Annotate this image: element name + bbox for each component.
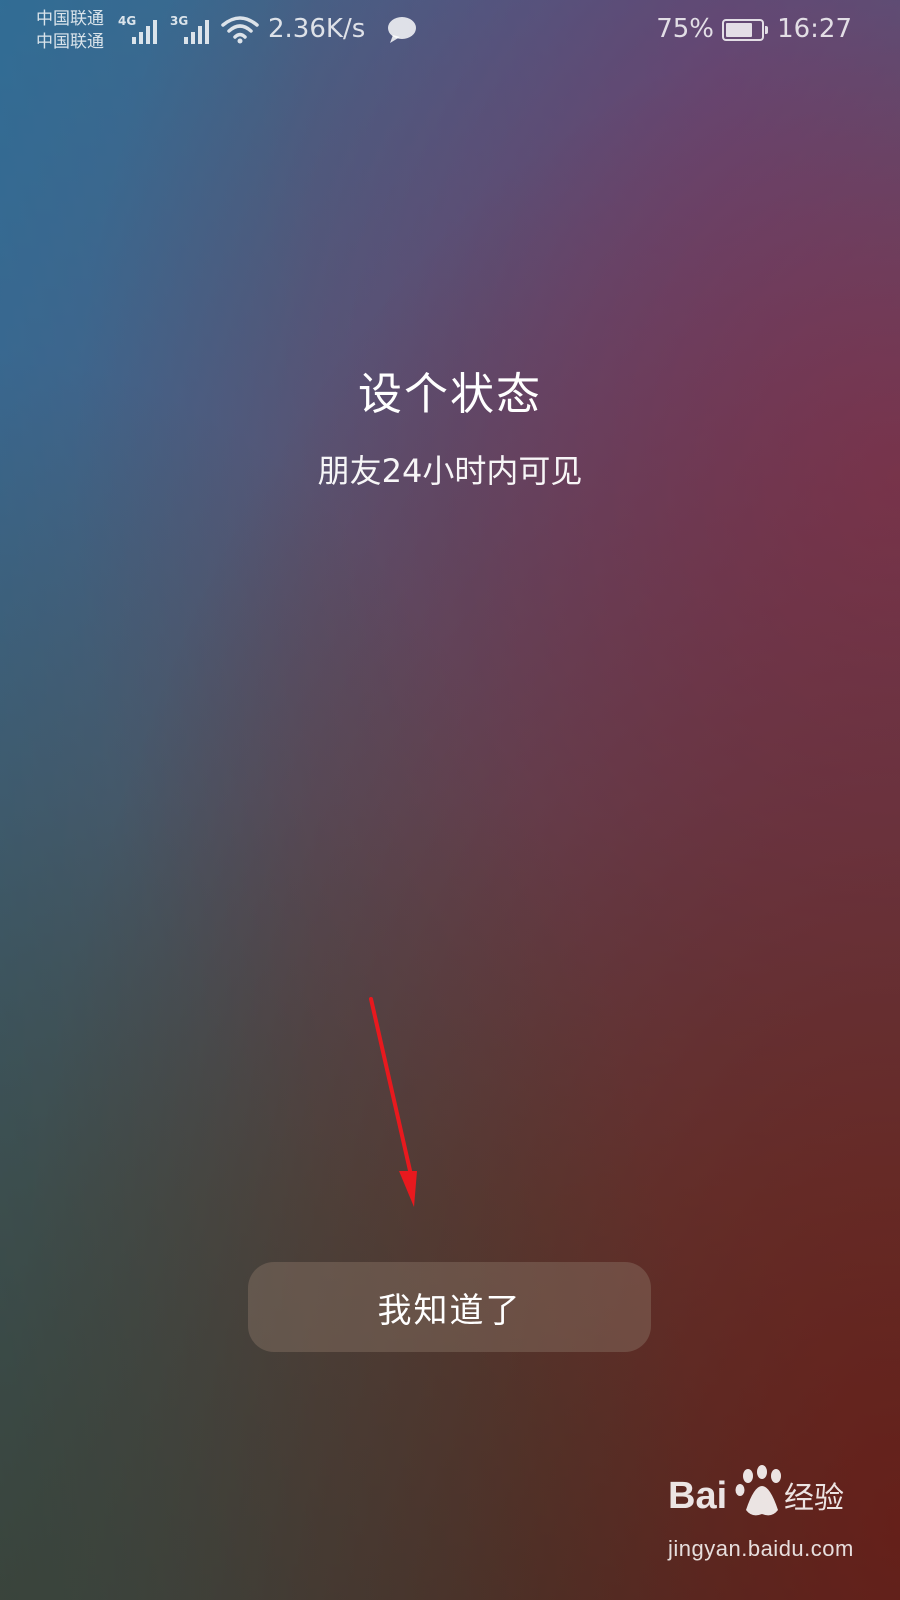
battery-icon [722, 19, 768, 41]
svg-text:Bai: Bai [668, 1475, 727, 1517]
annotation-arrow-icon [369, 997, 417, 1207]
carrier-1-label: 中国联通 [36, 9, 104, 29]
got-it-button[interactable]: 我知道了 [248, 1262, 651, 1352]
wifi-icon [221, 16, 259, 44]
carrier-names: 中国联通 中国联通 [36, 8, 104, 54]
signal-1-icon: 4G [118, 14, 166, 44]
battery-percent: 75% [656, 14, 714, 44]
signal-2-icon: 3G [170, 14, 218, 44]
status-bar: 中国联通 中国联通 4G 3G 2.36K/s 75% 16:27 [0, 0, 900, 60]
baidu-jingyan-watermark: Bai 经验 jingyan.baidu.com [668, 1464, 854, 1570]
baidu-logo-icon: Bai 经验 [668, 1465, 844, 1517]
svg-text:经验: 经验 [784, 1481, 844, 1516]
page-title: 设个状态 [358, 369, 542, 420]
page-subtitle: 朋友24小时内可见 [317, 452, 583, 490]
watermark-url: jingyan.baidu.com [668, 1536, 854, 1561]
status-time: 16:27 [777, 14, 852, 44]
blurred-background [0, 0, 900, 1600]
carrier-2-label: 中国联通 [36, 32, 104, 52]
network-speed: 2.36K/s [268, 14, 366, 44]
status-intro-screen: 中国联通 中国联通 4G 3G 2.36K/s 75% 16:27 设个状态 朋… [0, 0, 900, 1600]
chat-bubble-icon [388, 17, 416, 43]
